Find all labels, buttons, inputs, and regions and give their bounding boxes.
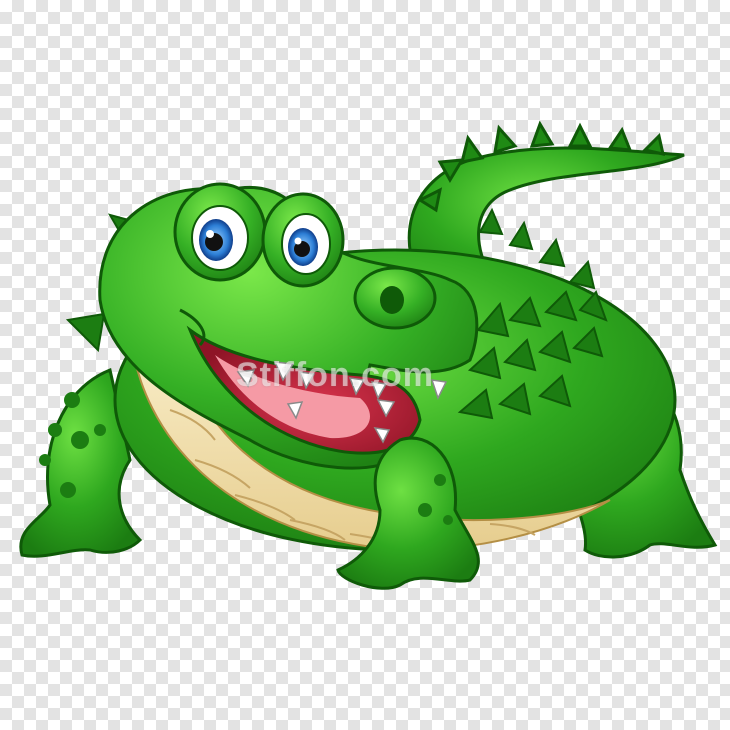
canvas: Stiffon.com bbox=[0, 0, 730, 730]
left-eye bbox=[191, 205, 249, 271]
nostril bbox=[380, 286, 404, 314]
right-eye bbox=[281, 213, 331, 275]
crocodile-illustration bbox=[19, 120, 718, 590]
